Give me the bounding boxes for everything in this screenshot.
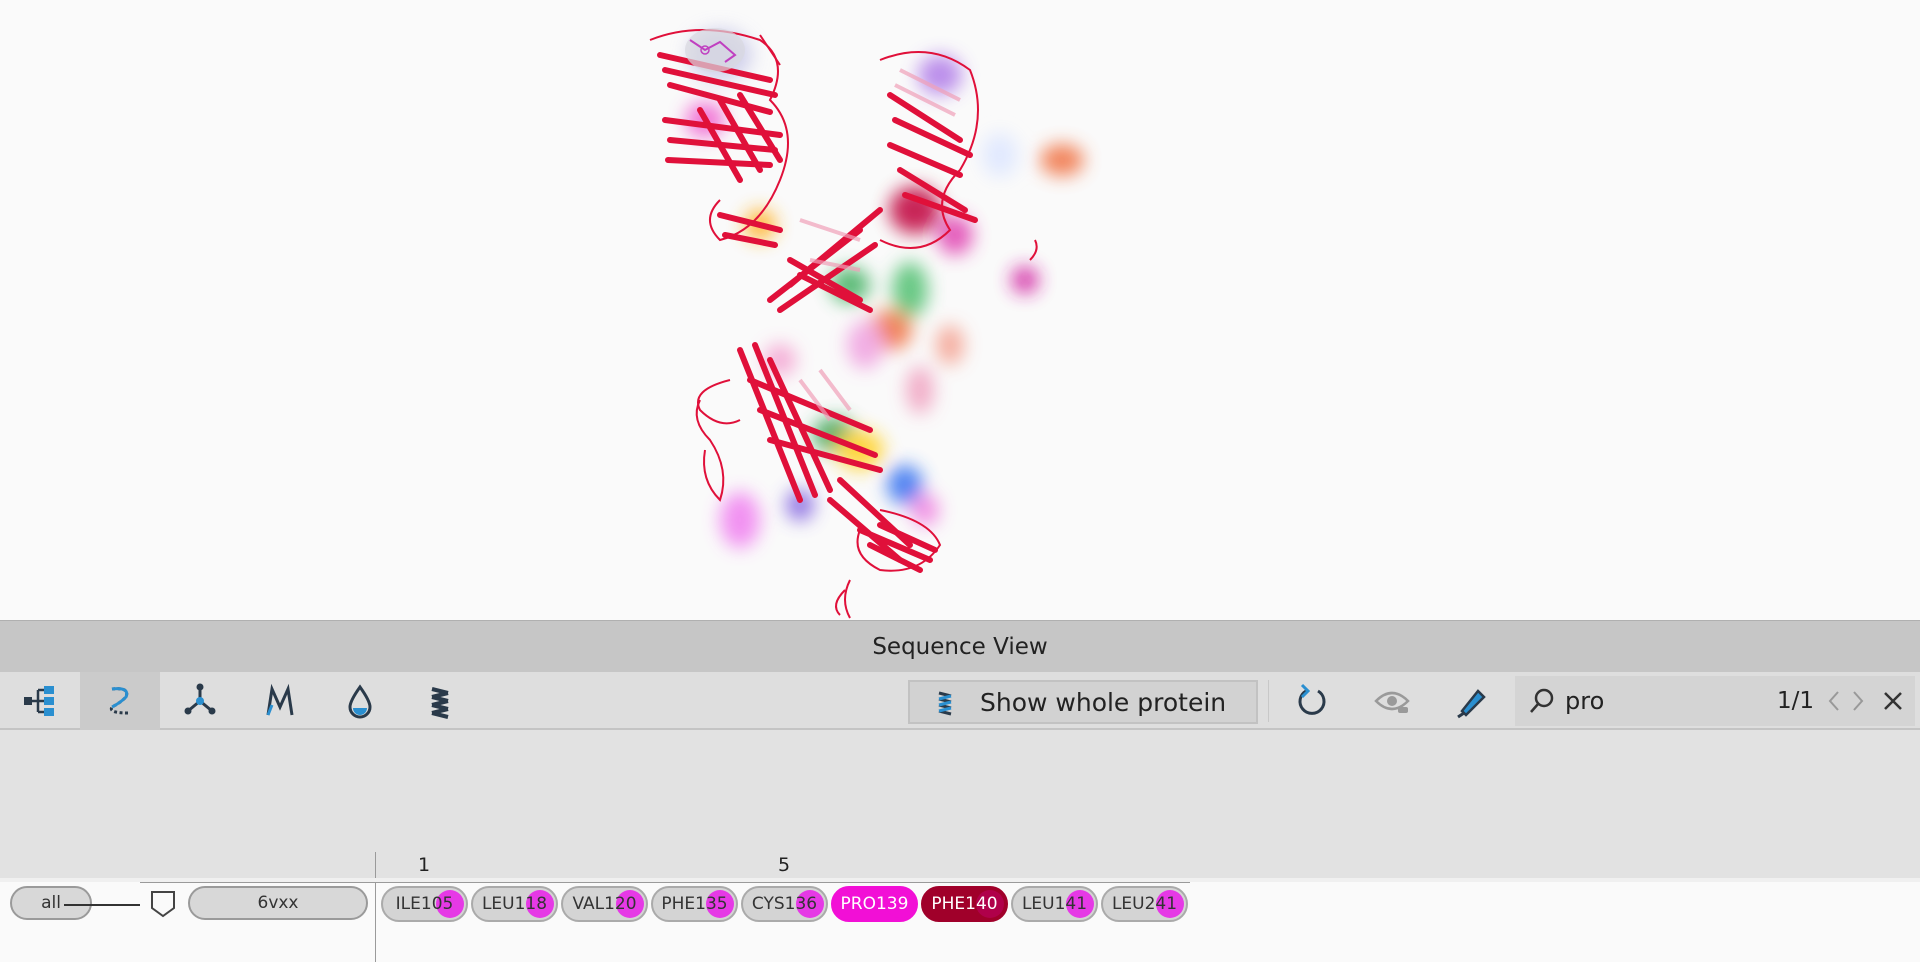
residue-leu141[interactable]: LEU141 [1011,886,1098,922]
protein-structure-render[interactable] [0,0,1920,620]
search-result-count: 1/1 [1777,688,1815,714]
chain-connector [64,904,140,906]
sequence-track: all 6vxx 1 5 ILE105 LEU118 VAL120 PHE135… [0,730,1920,962]
residue-val120[interactable]: VAL120 [561,886,648,922]
window-bottom-edge [0,878,1920,882]
chevron-right-icon [1853,691,1864,711]
helix-button[interactable] [400,672,480,730]
ruler-line [140,882,1190,883]
visibility-icon [1374,691,1410,713]
molecule-icon [184,683,216,715]
visibility-button[interactable] [1352,672,1432,730]
ruler-tick-5: 5 [778,854,791,876]
ruler-tick-1: 1 [418,854,431,876]
residue-phe135[interactable]: PHE135 [651,886,738,922]
previous-result-button[interactable] [1825,688,1843,718]
chain-trace-button[interactable] [80,672,160,730]
hierarchy-icon [24,686,54,716]
show-whole-protein-label: Show whole protein [980,687,1227,717]
select-all-button[interactable]: all [10,886,92,920]
chain-trace-icon [109,687,129,715]
helix-icon [938,691,952,716]
clear-search-button[interactable] [1881,688,1905,718]
residue-pro139[interactable]: PRO139 [831,886,918,922]
close-icon [1884,692,1902,710]
search-icon [1530,688,1554,713]
search-input[interactable] [1565,687,1765,715]
residue-ile105[interactable]: ILE105 [381,886,468,922]
residue-cys136[interactable]: CYS136 [741,886,828,922]
motif-icon [266,683,294,716]
toolbar-divider [1268,680,1269,722]
sequence-view-panel: Sequence View Show whole protein pro 1/1… [0,620,1920,962]
next-result-button[interactable] [1849,688,1867,718]
residue-leu118[interactable]: LEU118 [471,886,558,922]
chain-6vxx-button[interactable]: 6vxx [188,886,368,920]
panel-title: Sequence View [0,620,1920,672]
search-box[interactable]: 1/1 [1515,676,1915,726]
molecule-button[interactable] [160,672,240,730]
show-whole-protein-button[interactable]: Show whole protein [908,680,1258,724]
hydrophobicity-icon [348,684,372,719]
chevron-left-icon [1828,691,1839,711]
residue-phe140[interactable]: PHE140 [921,886,1008,922]
highlighter-button[interactable] [1432,672,1512,730]
helix-icon [431,687,449,719]
reset-icon [1298,683,1326,715]
motif-button[interactable] [240,672,320,730]
reset-view-button[interactable] [1272,672,1352,730]
hydrophobicity-button[interactable] [320,672,400,730]
protein-3d-viewport[interactable] [0,0,1920,620]
ligand-stick [685,28,745,72]
highlighter-icon [1457,689,1486,719]
chain-shield-icon[interactable] [148,888,178,920]
sequence-divider [375,852,376,962]
hierarchy-button[interactable] [0,672,80,730]
sequence-toolbar: Show whole protein pro 1/1 [0,672,1920,730]
residue-leu241[interactable]: LEU241 [1101,886,1188,922]
